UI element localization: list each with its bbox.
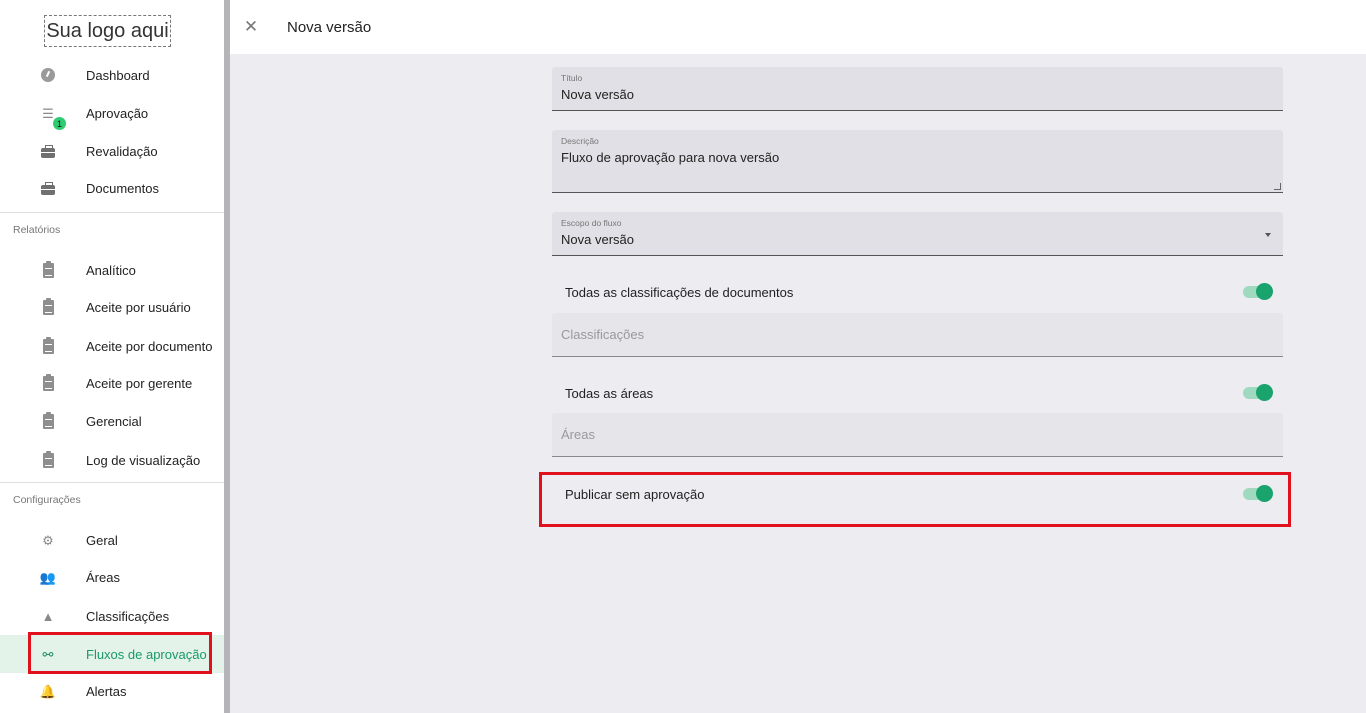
sidebar-item-dashboard[interactable]: Dashboard — [0, 56, 224, 94]
areas-input[interactable]: Áreas — [552, 413, 1283, 457]
sidebar-item-alertas[interactable]: 🔔 Alertas — [0, 672, 224, 710]
sidebar-item-label: Gerencial — [86, 413, 142, 429]
sidebar-item-aceite-usuario[interactable]: Aceite por usuário — [0, 288, 224, 326]
page-title: Nova versão — [287, 19, 372, 36]
sidebar-item-analitico[interactable]: Analítico — [0, 251, 224, 289]
sidebar: Sua logo aqui Dashboard ☰ Aprovação 1 Re… — [0, 0, 224, 713]
briefcase-clock-icon — [40, 143, 56, 159]
clipboard-icon — [40, 411, 56, 429]
todas-areas-toggle[interactable] — [1243, 384, 1273, 401]
sidebar-item-documentos[interactable]: Documentos — [0, 169, 224, 207]
clipboard-icon — [40, 260, 56, 278]
sidebar-item-label: Dashboard — [86, 67, 150, 83]
close-icon[interactable]: ✕ — [243, 18, 259, 35]
descricao-value: Fluxo de aprovação para nova versão — [561, 150, 780, 165]
sidebar-item-label: Aceite por documento — [86, 338, 213, 354]
sidebar-item-label: Classificações — [86, 608, 170, 624]
descricao-label: Descrição — [561, 136, 599, 146]
sidebar-item-areas[interactable]: 👥 Áreas — [0, 558, 224, 596]
areas-placeholder: Áreas — [561, 427, 595, 442]
titulo-label: Título — [561, 73, 583, 83]
resize-handle[interactable] — [1274, 183, 1281, 190]
sidebar-item-label: Aprovação — [86, 105, 149, 121]
classificacoes-input[interactable]: Classificações — [552, 313, 1283, 357]
sidebar-item-label: Aceite por gerente — [86, 375, 193, 391]
titulo-value: Nova versão — [561, 87, 634, 102]
divider — [0, 482, 224, 483]
todas-areas-label: Todas as áreas — [565, 386, 654, 401]
sidebar-item-gerencial[interactable]: Gerencial — [0, 402, 224, 440]
sidebar-item-label: Log de visualização — [86, 452, 201, 468]
section-label-relatorios: Relatórios — [13, 224, 61, 236]
highlight-box-publicar — [539, 472, 1291, 527]
people-icon: 👥 — [39, 569, 57, 585]
topbar — [230, 0, 1366, 54]
sidebar-item-label: Documentos — [86, 180, 159, 196]
briefcase-icon — [40, 180, 56, 196]
escopo-select[interactable]: Escopo do fluxo Nova versão — [552, 212, 1283, 256]
todas-classificacoes-row: Todas as classificações de documentos — [552, 273, 1283, 313]
escopo-label: Escopo do fluxo — [561, 218, 622, 228]
sidebar-item-log-visualizacao[interactable]: Log de visualização — [0, 441, 224, 479]
descricao-field[interactable]: Descrição Fluxo de aprovação para nova v… — [552, 130, 1283, 193]
sidebar-item-label: Geral — [86, 532, 118, 548]
sidebar-item-label: Analítico — [86, 262, 136, 278]
shapes-icon: ▲ — [41, 608, 55, 624]
sidebar-item-label: Alertas — [86, 683, 127, 699]
chevron-down-icon — [1265, 233, 1271, 237]
bell-icon: 🔔 — [39, 683, 57, 699]
gears-icon: ⚙ — [42, 532, 54, 548]
dashboard-icon — [40, 67, 56, 83]
sidebar-item-label: Revalidação — [86, 143, 158, 159]
clipboard-icon — [40, 450, 56, 468]
classificacoes-placeholder: Classificações — [561, 327, 645, 342]
logo: Sua logo aqui — [44, 15, 171, 47]
titulo-field[interactable]: Título Nova versão — [552, 67, 1283, 111]
sidebar-item-label: Áreas — [86, 569, 120, 585]
section-label-configuracoes: Configurações — [13, 494, 81, 506]
sidebar-item-geral[interactable]: ⚙ Geral — [0, 521, 224, 559]
sidebar-item-aceite-documento[interactable]: Aceite por documento — [0, 327, 224, 365]
escopo-value: Nova versão — [561, 232, 634, 247]
clipboard-icon — [40, 297, 56, 315]
clipboard-icon — [40, 373, 56, 391]
notification-badge: 1 — [53, 117, 66, 130]
sidebar-item-classificacoes[interactable]: ▲ Classificações — [0, 597, 224, 635]
sidebar-item-label: Aceite por usuário — [86, 299, 191, 315]
clipboard-icon — [40, 336, 56, 354]
sidebar-item-revalidacao[interactable]: Revalidação — [0, 132, 224, 170]
divider — [0, 212, 224, 213]
sidebar-item-aceite-gerente[interactable]: Aceite por gerente — [0, 364, 224, 402]
todas-areas-row: Todas as áreas — [552, 374, 1283, 414]
todas-classificacoes-toggle[interactable] — [1243, 283, 1273, 300]
todas-classificacoes-label: Todas as classificações de documentos — [565, 285, 794, 300]
sidebar-item-aprovacao[interactable]: ☰ Aprovação — [0, 94, 224, 132]
highlight-box-fluxos — [28, 632, 212, 674]
